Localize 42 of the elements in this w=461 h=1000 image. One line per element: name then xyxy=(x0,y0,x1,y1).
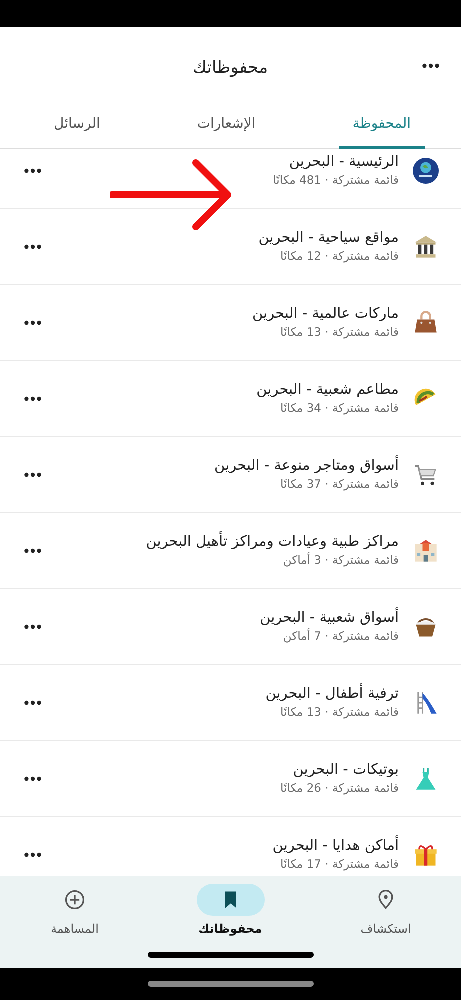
list-subtitle: قائمة مشتركة · 12 مكانًا xyxy=(280,249,399,263)
list-title[interactable]: أسواق ومتاجر منوعة - البحرين xyxy=(214,458,399,474)
page-title: محفوظاتك xyxy=(192,58,268,78)
globe-logo-icon xyxy=(413,158,439,184)
more-icon[interactable] xyxy=(24,548,42,554)
list-title[interactable]: بوتيكات - البحرين xyxy=(293,762,399,778)
more-icon[interactable] xyxy=(24,852,42,858)
list-subtitle: قائمة مشتركة · 37 مكانًا xyxy=(280,477,399,491)
list-subtitle: قائمة مشتركة · 26 مكانًا xyxy=(280,781,399,795)
list-subtitle: قائمة مشتركة · 34 مكانًا xyxy=(280,401,399,415)
list-title[interactable]: مطاعم شعبية - البحرين xyxy=(256,382,399,398)
list-subtitle: قائمة مشتركة · 13 مكانًا xyxy=(280,325,399,339)
list-title[interactable]: أسواق شعبية - البحرين xyxy=(260,610,399,626)
more-icon[interactable] xyxy=(24,700,42,706)
columns-building-icon xyxy=(413,234,439,260)
more-icon[interactable] xyxy=(24,320,42,326)
more-icon[interactable] xyxy=(24,168,42,174)
list-title[interactable]: الرئيسية - البحرين xyxy=(289,154,399,170)
list-subtitle: قائمة مشتركة · 17 مكانًا xyxy=(280,857,399,871)
list-title[interactable]: ترفية أطفال - البحرين xyxy=(266,686,399,702)
nav-tab[interactable]: المساهمة xyxy=(20,884,130,936)
list-subtitle: قائمة مشتركة · 481 مكانًا xyxy=(273,173,399,187)
more-icon[interactable] xyxy=(24,624,42,630)
nav-tab[interactable]: محفوظاتك xyxy=(176,884,286,936)
more-icon[interactable] xyxy=(24,396,42,402)
list-title[interactable]: أماكن هدايا - البحرين xyxy=(272,838,399,854)
list-title[interactable]: مواقع سياحية - البحرين xyxy=(258,230,399,246)
nav-tab[interactable]: استكشاف xyxy=(331,884,441,936)
add-circle-icon xyxy=(64,889,86,911)
list-subtitle: قائمة مشتركة · 3 أماكن xyxy=(283,553,399,567)
list-subtitle: قائمة مشتركة · 7 أماكن xyxy=(283,629,399,643)
list-title[interactable]: ماركات عالمية - البحرين xyxy=(252,306,399,322)
tab[interactable]: الرسائل xyxy=(40,102,114,149)
tab[interactable]: المحفوظة xyxy=(338,102,425,149)
handbag-icon xyxy=(413,310,439,336)
tab[interactable]: الإشعارات xyxy=(183,102,270,149)
hospital-icon xyxy=(413,538,439,564)
more-icon[interactable] xyxy=(24,472,42,478)
more-icon[interactable] xyxy=(422,63,440,69)
more-icon[interactable] xyxy=(24,244,42,250)
list-subtitle: قائمة مشتركة · 13 مكانًا xyxy=(280,705,399,719)
more-icon[interactable] xyxy=(24,776,42,782)
